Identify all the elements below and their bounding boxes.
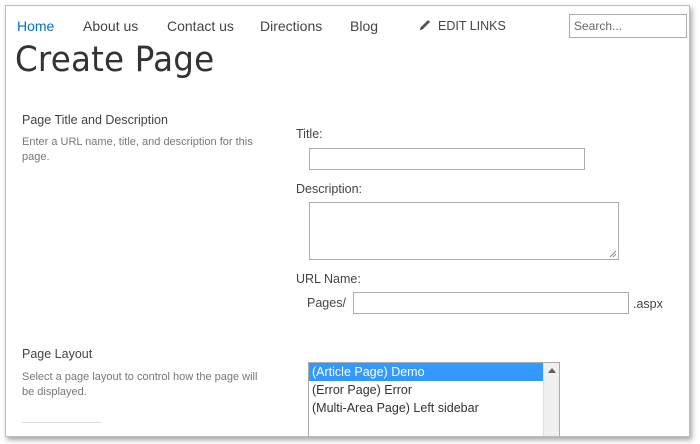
top-navigation: Home About us Contact us Directions Blog… — [6, 6, 689, 44]
description-label: Description: — [296, 182, 362, 196]
listbox-scrollbar[interactable] — [543, 363, 559, 436]
url-suffix: .aspx — [633, 297, 663, 311]
edit-links-button[interactable]: EDIT LINKS — [418, 18, 506, 33]
title-input[interactable] — [309, 148, 585, 170]
url-name-label: URL Name: — [296, 272, 361, 286]
scroll-up-icon[interactable] — [548, 368, 556, 373]
page-frame: Home About us Contact us Directions Blog… — [5, 5, 690, 437]
section-heading-page-layout: Page Layout — [22, 347, 93, 361]
section-description-layout: Select a page layout to control how the … — [22, 371, 258, 398]
page-title: Create Page — [15, 40, 215, 80]
edit-links-label: EDIT LINKS — [438, 19, 506, 33]
resize-grip-icon[interactable] — [609, 250, 617, 258]
page-layout-listbox[interactable]: (Article Page) Demo (Error Page) Error (… — [308, 362, 560, 436]
nav-item-blog[interactable]: Blog — [350, 18, 378, 34]
nav-item-contact-us[interactable]: Contact us — [167, 18, 234, 34]
search-input[interactable] — [569, 14, 687, 38]
url-prefix: Pages/ — [307, 296, 346, 310]
nav-item-directions[interactable]: Directions — [260, 18, 322, 34]
list-option[interactable]: (Error Page) Error — [309, 381, 543, 399]
nav-item-home[interactable]: Home — [17, 18, 54, 34]
divider — [22, 422, 102, 436]
pencil-icon — [420, 20, 430, 30]
section-description-title: Enter a URL name, title, and description… — [22, 136, 253, 163]
title-label: Title: — [296, 127, 323, 141]
section-heading-title-description: Page Title and Description — [22, 113, 168, 127]
description-textarea[interactable] — [309, 202, 619, 260]
list-option[interactable]: (Multi-Area Page) Left sidebar — [309, 399, 543, 417]
list-option[interactable]: (Article Page) Demo — [309, 363, 543, 381]
url-name-input[interactable] — [353, 292, 629, 314]
nav-item-about-us[interactable]: About us — [83, 18, 138, 34]
